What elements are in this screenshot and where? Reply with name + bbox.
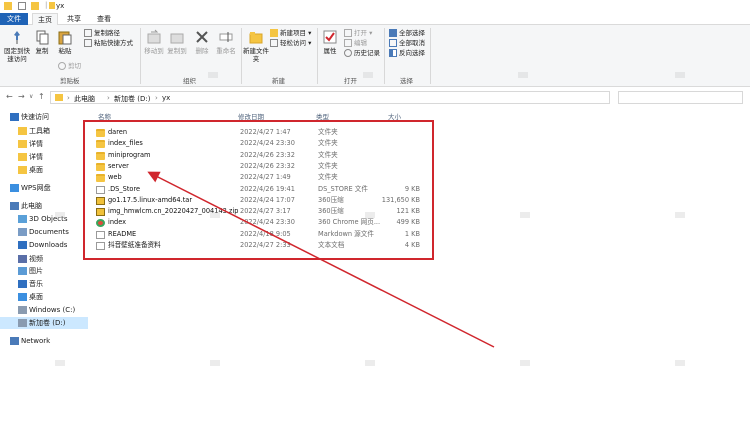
watermark-mark — [675, 360, 685, 366]
watermark-mark — [520, 360, 530, 366]
watermark-mark — [210, 212, 220, 218]
watermark-mark — [520, 212, 530, 218]
watermark-mark — [55, 360, 65, 366]
watermark-mark — [208, 72, 218, 78]
watermark-mark — [365, 212, 375, 218]
watermark-mark — [365, 360, 375, 366]
watermark-mark — [675, 212, 685, 218]
watermark-mark — [210, 360, 220, 366]
watermark-mark — [55, 212, 65, 218]
watermark-mark — [363, 72, 373, 78]
watermark-mark — [675, 72, 685, 78]
annotation-arrow — [147, 171, 495, 348]
watermark-mark — [518, 72, 528, 78]
